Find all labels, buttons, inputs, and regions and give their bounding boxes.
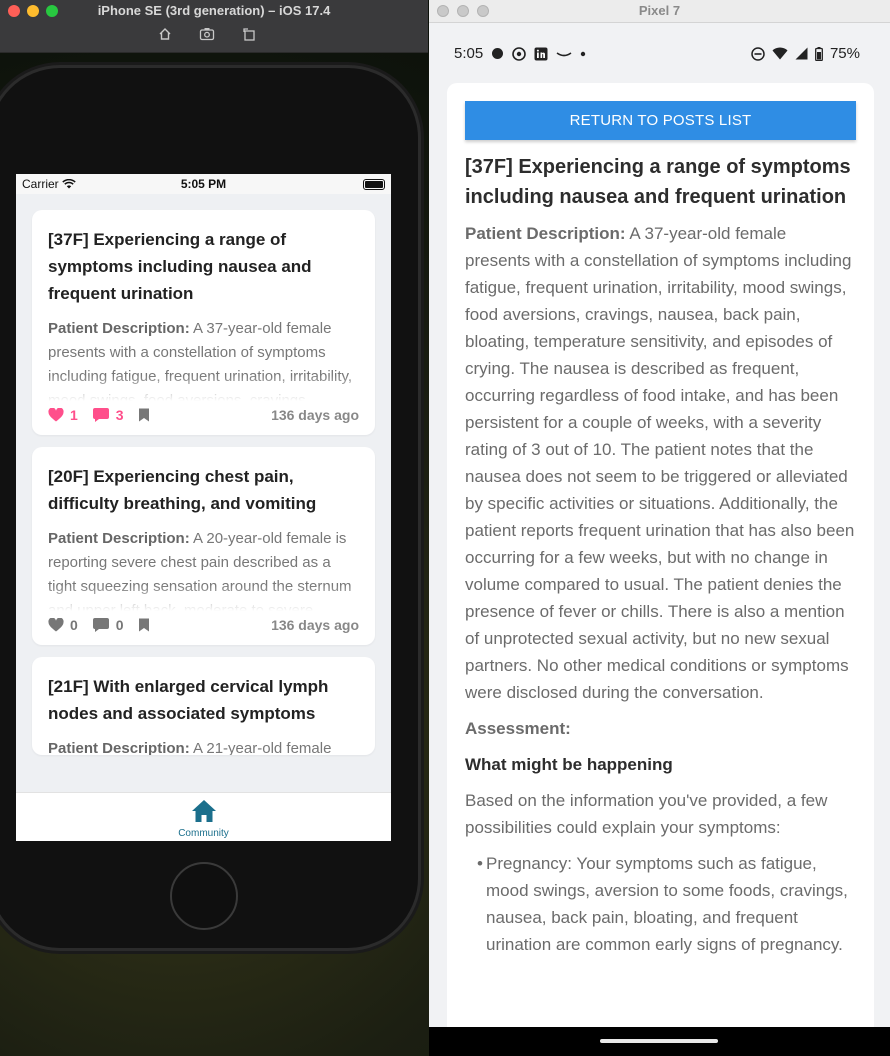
- post-description: Patient Description: A 21-year-old femal…: [48, 737, 359, 755]
- ios-window-title: iPhone SE (3rd generation) – iOS 17.4: [97, 3, 331, 18]
- comments-button[interactable]: 0: [92, 617, 124, 633]
- post-card[interactable]: [21F] With enlarged cervical lymph nodes…: [32, 657, 375, 755]
- more-notifications-icon: [581, 51, 586, 56]
- app-notification-icon: [512, 46, 527, 61]
- ios-status-bar: Carrier 5:05 PM: [16, 174, 391, 194]
- post-detail[interactable]: RETURN TO POSTS LIST [37F] Experiencing …: [447, 83, 874, 1027]
- wifi-icon: [772, 47, 788, 60]
- android-titlebar: Pixel 7: [429, 0, 890, 23]
- bookmark-button[interactable]: [138, 618, 150, 632]
- home-icon[interactable]: [155, 27, 175, 45]
- comments-button[interactable]: 3: [92, 407, 124, 423]
- post-description: Patient Description: A 37-year-old femal…: [48, 317, 359, 401]
- bookmark-button[interactable]: [138, 408, 150, 422]
- status-time: 5:05 PM: [180, 177, 227, 191]
- return-to-posts-button[interactable]: RETURN TO POSTS LIST: [465, 101, 856, 140]
- post-title: [21F] With enlarged cervical lymph nodes…: [48, 677, 329, 723]
- bookmark-icon: [138, 408, 149, 422]
- post-card[interactable]: [37F] Experiencing a range of symptoms i…: [32, 210, 375, 435]
- tab-community[interactable]: Community: [16, 799, 391, 839]
- possibilities-list: Pregnancy: Your symptoms such as fatigue…: [465, 850, 856, 958]
- bookmark-icon: [138, 618, 149, 632]
- comment-count: 0: [115, 617, 124, 633]
- android-screen: 5:05 75% RETURN TO POSTS LIST [37F] Expe…: [429, 23, 890, 1027]
- list-item: Pregnancy: Your symptoms such as fatigue…: [477, 850, 856, 958]
- android-emulator-window: Pixel 7 5:05 75% RETURN TO POSTS LIST [3: [429, 0, 890, 1056]
- status-time: 5:05: [454, 45, 484, 62]
- ios-simulator-titlebar: iPhone SE (3rd generation) – iOS 17.4: [0, 0, 428, 53]
- post-title: [20F] Experiencing chest pain, difficult…: [48, 467, 317, 513]
- post-age: 136 days ago: [271, 617, 359, 633]
- ios-screen: Carrier 5:05 PM [37F] Experiencing a ran…: [16, 174, 391, 841]
- battery-percent: 75%: [829, 45, 860, 62]
- screenshot-icon[interactable]: [197, 27, 217, 45]
- section-heading: What might be happening: [465, 755, 673, 774]
- post-card[interactable]: [20F] Experiencing chest pain, difficult…: [32, 447, 375, 645]
- signal-icon: [795, 47, 808, 60]
- heart-icon: [48, 408, 64, 422]
- dnd-icon: [751, 46, 765, 61]
- comment-icon: [92, 408, 109, 422]
- comment-count: 3: [115, 407, 124, 423]
- battery-icon: [815, 46, 823, 61]
- assessment-intro: Based on the information you've provided…: [465, 791, 828, 837]
- tab-label: Community: [178, 828, 229, 839]
- android-status-bar: 5:05 75%: [429, 23, 890, 83]
- android-window-title: Pixel 7: [638, 3, 681, 18]
- assessment-label: Assessment:: [465, 719, 571, 738]
- rotate-icon[interactable]: [239, 27, 259, 45]
- post-age: 136 days ago: [271, 407, 359, 423]
- heart-icon: [48, 618, 64, 632]
- patient-description: Patient Description: A 37-year-old femal…: [465, 224, 855, 702]
- post-title: [37F] Experiencing a range of symptoms i…: [465, 156, 851, 208]
- like-count: 0: [70, 617, 78, 633]
- comment-icon: [92, 618, 109, 632]
- notification-icon: [492, 48, 504, 59]
- amazon-icon: [556, 51, 572, 56]
- post-title: [37F] Experiencing a range of symptoms i…: [48, 230, 312, 303]
- tab-bar: Community: [16, 792, 391, 841]
- battery-icon: [363, 179, 385, 190]
- home-gesture-handle[interactable]: [600, 1039, 718, 1043]
- like-count: 1: [70, 407, 78, 423]
- post-description: Patient Description: A 20-year-old femal…: [48, 527, 359, 611]
- community-feed[interactable]: [37F] Experiencing a range of symptoms i…: [32, 210, 375, 767]
- home-icon: [191, 800, 216, 822]
- android-nav-bar: [429, 1027, 890, 1056]
- home-button[interactable]: [170, 862, 238, 930]
- like-button[interactable]: 0: [48, 617, 78, 633]
- linkedin-icon: [534, 47, 548, 60]
- like-button[interactable]: 1: [48, 407, 78, 423]
